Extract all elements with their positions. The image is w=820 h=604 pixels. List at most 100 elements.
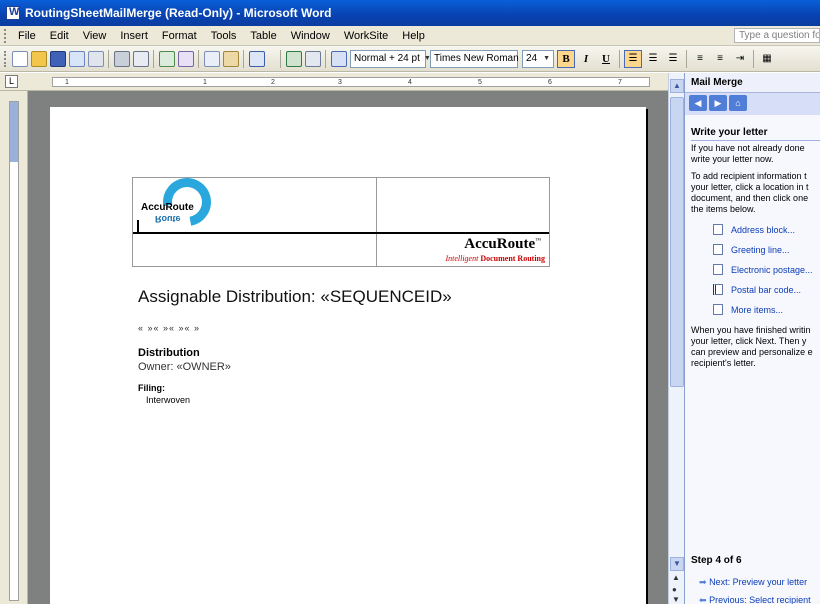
print-icon[interactable]: [113, 50, 130, 67]
intro-text-2: write your letter now.: [691, 154, 774, 164]
word-app-icon[interactable]: [6, 6, 20, 20]
toolbar-grip[interactable]: [4, 50, 7, 67]
title-bar: RoutingSheetMailMerge (Read-Only) - Micr…: [0, 0, 820, 26]
top-margin-region: [10, 102, 18, 162]
owner-field[interactable]: Owner: «OWNER»: [138, 361, 231, 373]
ruler-tick: 3: [338, 79, 342, 86]
menu-format[interactable]: Format: [155, 30, 204, 42]
menu-grip[interactable]: [4, 28, 7, 43]
more-items-link[interactable]: More items...: [731, 305, 783, 315]
menu-edit[interactable]: Edit: [43, 30, 76, 42]
ruler-tick: 4: [408, 79, 412, 86]
open-folder-icon[interactable]: [30, 50, 47, 67]
scroll-up-icon[interactable]: ▲: [670, 79, 684, 93]
spelling-icon[interactable]: [158, 50, 175, 67]
previous-page-icon[interactable]: ▲: [672, 573, 680, 582]
chevron-down-icon: ▼: [543, 55, 550, 62]
task-pane-title: Mail Merge: [691, 77, 743, 88]
address-block-link[interactable]: Address block...: [731, 225, 795, 235]
horizontal-ruler[interactable]: L 1 1 2 3 4 5 6 7: [0, 73, 680, 91]
borders-icon[interactable]: ▦: [758, 50, 776, 68]
menu-file[interactable]: File: [11, 30, 43, 42]
increase-indent-icon[interactable]: ⇥: [731, 50, 749, 68]
menu-tools[interactable]: Tools: [204, 30, 244, 42]
home-icon[interactable]: ⌂: [729, 95, 747, 111]
styles-icon[interactable]: [330, 50, 347, 67]
next-page-icon[interactable]: ▼: [672, 595, 680, 604]
task-pane-nav: ◀ ▶ ⌂: [685, 93, 820, 113]
bullets-icon[interactable]: ≡: [711, 50, 729, 68]
research-icon[interactable]: [177, 50, 194, 67]
tab-selector[interactable]: L: [5, 75, 18, 88]
logo-text: AccuRoute: [141, 202, 194, 213]
forward-icon[interactable]: ▶: [709, 95, 727, 111]
merge-field-codes[interactable]: « »« »« »« »: [138, 323, 200, 333]
save-icon[interactable]: [49, 50, 66, 67]
postal-bar-code-link[interactable]: Postal bar code...: [731, 285, 801, 295]
filing-heading[interactable]: Filing:: [138, 383, 165, 393]
distribution-heading[interactable]: Distribution: [138, 347, 200, 359]
header-table[interactable]: AccuRoute Route AccuRoute™ Intelligent D…: [132, 168, 550, 267]
select-browse-object-icon[interactable]: ●: [672, 585, 677, 594]
tagline-italic: Intelligent: [445, 254, 479, 263]
separator: [280, 49, 281, 68]
permission-icon[interactable]: [68, 50, 85, 67]
document-area[interactable]: AccuRoute Route AccuRoute™ Intelligent D…: [28, 91, 668, 604]
bold-button[interactable]: B: [557, 49, 575, 68]
ruler-tick: 1: [203, 79, 207, 86]
menu-insert[interactable]: Insert: [113, 30, 155, 42]
intro-text-1: If you have not already done: [691, 143, 805, 153]
undo-dropdown-icon[interactable]: [268, 51, 276, 67]
italic-button[interactable]: I: [577, 50, 595, 68]
scroll-thumb[interactable]: [670, 97, 684, 387]
tagline-bold: Document Routing: [480, 254, 545, 263]
previous-step-link[interactable]: ⬅ Previous: Select recipient: [699, 595, 811, 604]
undo-icon[interactable]: [248, 50, 265, 67]
back-icon[interactable]: ◀: [689, 95, 707, 111]
toolbar: Normal + 24 pt▼ Times New Roman▼ 24 ▼ B I…: [0, 46, 820, 72]
scroll-down-icon[interactable]: ▼: [670, 557, 684, 571]
align-right-icon[interactable]: ☰: [664, 50, 682, 68]
more-items-icon[interactable]: [713, 304, 723, 315]
menu-view[interactable]: View: [76, 30, 114, 42]
new-document-icon[interactable]: [11, 50, 28, 67]
vertical-ruler[interactable]: [0, 91, 28, 604]
electronic-postage-icon[interactable]: [713, 264, 723, 275]
underline-button[interactable]: U: [597, 50, 615, 68]
help-search-input[interactable]: Type a question for: [734, 28, 820, 43]
document-title[interactable]: Assignable Distribution: «SEQUENCEID»: [138, 287, 452, 307]
numbering-icon[interactable]: ≡: [691, 50, 709, 68]
hyperlink-icon[interactable]: [285, 50, 302, 67]
postal-bar-code-icon[interactable]: [713, 284, 723, 295]
address-block-icon[interactable]: [713, 224, 723, 235]
greeting-line-link[interactable]: Greeting line...: [731, 245, 790, 255]
separator: [108, 49, 109, 68]
style-select[interactable]: Normal + 24 pt ▼: [350, 49, 431, 68]
align-left-icon[interactable]: ☰: [624, 49, 642, 68]
email-icon[interactable]: [87, 50, 104, 67]
menu-window[interactable]: Window: [284, 30, 337, 42]
font-select[interactable]: Times New Roman▼: [430, 49, 530, 68]
greeting-line-icon[interactable]: [713, 244, 723, 255]
table-icon[interactable]: [304, 50, 321, 67]
menu-table[interactable]: Table: [243, 30, 283, 42]
separator: [686, 49, 687, 68]
vertical-ruler-strip[interactable]: [9, 101, 19, 601]
add-text-3: document, and then click one: [691, 193, 809, 203]
menu-worksite[interactable]: WorkSite: [337, 30, 395, 42]
separator: [325, 49, 326, 68]
align-center-icon[interactable]: ☰: [644, 50, 662, 68]
menu-help[interactable]: Help: [395, 30, 432, 42]
font-size-select[interactable]: 24 ▼: [522, 49, 554, 68]
vertical-scrollbar[interactable]: ▲ ▼ ▲ ● ▼: [668, 73, 684, 604]
finished-text-1: When you have finished writin: [691, 325, 811, 335]
print-preview-icon[interactable]: [132, 50, 149, 67]
filing-value[interactable]: Interwoven: [146, 395, 190, 405]
step-indicator: Step 4 of 6: [691, 555, 742, 566]
next-step-link[interactable]: ➡ Next: Preview your letter: [699, 577, 807, 588]
ruler-strip[interactable]: 1 1 2 3 4 5 6 7: [52, 77, 650, 87]
document-page[interactable]: AccuRoute Route AccuRoute™ Intelligent D…: [50, 107, 646, 604]
paste-icon[interactable]: [222, 50, 239, 67]
electronic-postage-link[interactable]: Electronic postage...: [731, 265, 813, 275]
copy-icon[interactable]: [203, 50, 220, 67]
